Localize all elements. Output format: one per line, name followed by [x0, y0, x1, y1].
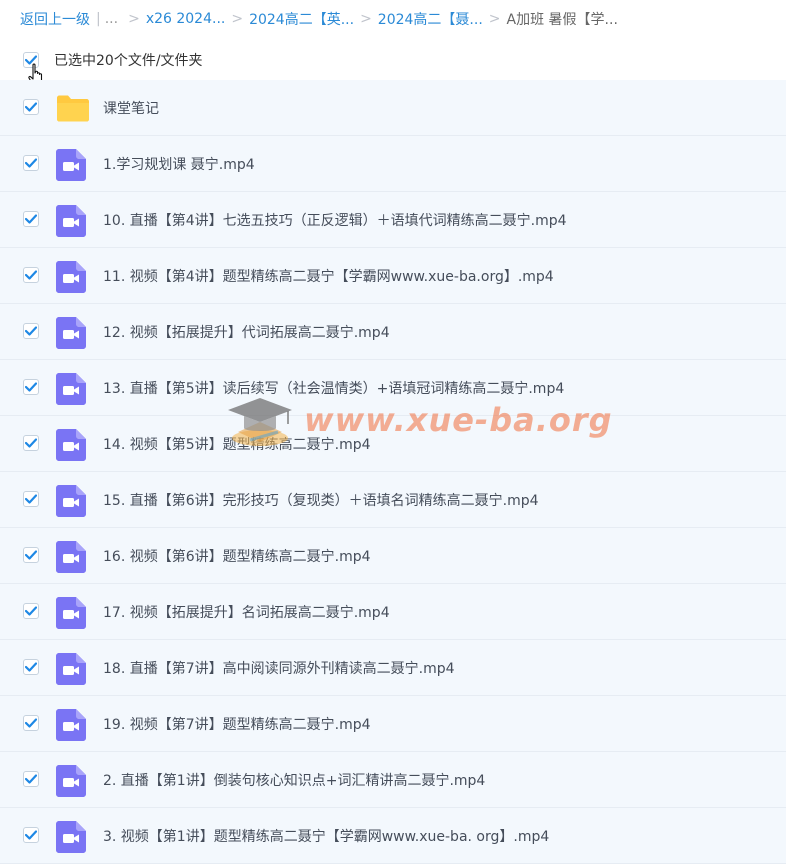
video-file-icon — [56, 149, 86, 185]
file-name[interactable]: 15. 直播【第6讲】完形技巧（复现类）＋语填名词精练高二聂宁.mp4 — [103, 490, 539, 510]
breadcrumb-item[interactable]: 2024高二【英... — [249, 9, 354, 29]
file-row[interactable]: 10. 直播【第4讲】七选五技巧（正反逻辑）＋语填代词精练高二聂宁.mp4 — [0, 192, 786, 248]
file-name[interactable]: 12. 视频【拓展提升】代词拓展高二聂宁.mp4 — [103, 322, 390, 342]
breadcrumb-ellipsis[interactable]: ... — [105, 11, 118, 27]
selection-bar: 已选中20个文件/文件夹 — [0, 40, 786, 86]
file-row[interactable]: 18. 直播【第7讲】高中阅读同源外刊精读高二聂宁.mp4 — [0, 640, 786, 696]
file-row[interactable]: 19. 视频【第7讲】题型精练高二聂宁.mp4 — [0, 696, 786, 752]
file-checkbox[interactable] — [23, 659, 39, 675]
check-icon — [25, 606, 37, 616]
file-checkbox[interactable] — [23, 267, 39, 283]
file-name[interactable]: 1.学习规划课 聂宁.mp4 — [103, 154, 255, 174]
check-icon — [25, 158, 37, 168]
check-icon — [25, 214, 37, 224]
check-icon — [25, 494, 37, 504]
breadcrumb-item[interactable]: x26 2024... — [146, 11, 226, 27]
file-name[interactable]: 18. 直播【第7讲】高中阅读同源外刊精读高二聂宁.mp4 — [103, 658, 455, 678]
video-file-icon — [56, 485, 86, 521]
check-icon — [25, 326, 37, 336]
file-row[interactable]: 1.学习规划课 聂宁.mp4 — [0, 136, 786, 192]
file-checkbox[interactable] — [23, 715, 39, 731]
file-checkbox[interactable] — [23, 827, 39, 843]
file-row[interactable]: 课堂笔记 — [0, 80, 786, 136]
selection-count-text: 已选中20个文件/文件夹 — [54, 53, 203, 69]
file-checkbox[interactable] — [23, 211, 39, 227]
check-icon — [25, 830, 37, 840]
file-checkbox[interactable] — [23, 435, 39, 451]
file-checkbox[interactable] — [23, 379, 39, 395]
video-file-icon — [56, 821, 86, 857]
back-link[interactable]: 返回上一级 — [20, 9, 90, 29]
file-checkbox[interactable] — [23, 771, 39, 787]
video-file-icon — [56, 317, 86, 353]
breadcrumb-item[interactable]: 2024高二【聂... — [378, 9, 483, 29]
file-name[interactable]: 10. 直播【第4讲】七选五技巧（正反逻辑）＋语填代词精练高二聂宁.mp4 — [103, 210, 567, 230]
breadcrumb-divider: | — [96, 11, 101, 27]
file-row[interactable]: 12. 视频【拓展提升】代词拓展高二聂宁.mp4 — [0, 304, 786, 360]
video-file-icon — [56, 597, 86, 633]
chevron-right-icon: > — [488, 11, 501, 27]
check-icon — [25, 382, 37, 392]
folder-icon — [56, 94, 90, 126]
file-row[interactable]: 14. 视频【第5讲】题型精练高二聂宁.mp4 — [0, 416, 786, 472]
check-icon — [25, 662, 37, 672]
file-checkbox[interactable] — [23, 603, 39, 619]
check-icon — [25, 270, 37, 280]
file-name[interactable]: 17. 视频【拓展提升】名词拓展高二聂宁.mp4 — [103, 602, 390, 622]
check-icon — [25, 438, 37, 448]
file-checkbox[interactable] — [23, 323, 39, 339]
file-name[interactable]: 13. 直播【第5讲】读后续写（社会温情类）+语填冠词精练高二聂宁.mp4 — [103, 378, 564, 398]
file-row[interactable]: 15. 直播【第6讲】完形技巧（复现类）＋语填名词精练高二聂宁.mp4 — [0, 472, 786, 528]
video-file-icon — [56, 541, 86, 577]
file-name[interactable]: 3. 视频【第1讲】题型精练高二聂宁【学霸网www.xue-ba. org】.m… — [103, 826, 549, 846]
file-checkbox[interactable] — [23, 99, 39, 115]
check-icon — [25, 774, 37, 784]
file-name[interactable]: 11. 视频【第4讲】题型精练高二聂宁【学霸网www.xue-ba.org】.m… — [103, 266, 554, 286]
video-file-icon — [56, 373, 86, 409]
video-file-icon — [56, 765, 86, 801]
chevron-right-icon: > — [231, 11, 244, 27]
file-row[interactable]: 16. 视频【第6讲】题型精练高二聂宁.mp4 — [0, 528, 786, 584]
file-row[interactable]: 17. 视频【拓展提升】名词拓展高二聂宁.mp4 — [0, 584, 786, 640]
file-checkbox[interactable] — [23, 547, 39, 563]
chevron-right-icon: > — [360, 11, 372, 27]
file-row[interactable]: 2. 直播【第1讲】倒装句核心知识点+词汇精讲高二聂宁.mp4 — [0, 752, 786, 808]
file-name[interactable]: 19. 视频【第7讲】题型精练高二聂宁.mp4 — [103, 714, 371, 734]
chevron-right-icon: > — [128, 11, 140, 27]
file-name[interactable]: 课堂笔记 — [103, 98, 159, 118]
file-list: 课堂笔记 1.学习规划课 聂宁.mp4 10. 直播【第4讲】七选五技巧（正反逻辑）… — [0, 80, 786, 864]
video-file-icon — [56, 261, 86, 297]
file-row[interactable]: 13. 直播【第5讲】读后续写（社会温情类）+语填冠词精练高二聂宁.mp4 — [0, 360, 786, 416]
file-name[interactable]: 14. 视频【第5讲】题型精练高二聂宁.mp4 — [103, 434, 371, 454]
file-name[interactable]: 2. 直播【第1讲】倒装句核心知识点+词汇精讲高二聂宁.mp4 — [103, 770, 485, 790]
check-icon — [25, 550, 37, 560]
breadcrumb: 返回上一级 | ... > x26 2024... > 2024高二【英... … — [0, 0, 786, 38]
check-icon — [25, 102, 37, 112]
video-file-icon — [56, 205, 86, 241]
video-file-icon — [56, 653, 86, 689]
file-checkbox[interactable] — [23, 491, 39, 507]
video-file-icon — [56, 429, 86, 465]
video-file-icon — [56, 709, 86, 745]
breadcrumb-current: A加班 暑假【学... — [506, 12, 618, 28]
file-row[interactable]: 11. 视频【第4讲】题型精练高二聂宁【学霸网www.xue-ba.org】.m… — [0, 248, 786, 304]
file-checkbox[interactable] — [23, 155, 39, 171]
check-icon — [25, 718, 37, 728]
file-name[interactable]: 16. 视频【第6讲】题型精练高二聂宁.mp4 — [103, 546, 371, 566]
